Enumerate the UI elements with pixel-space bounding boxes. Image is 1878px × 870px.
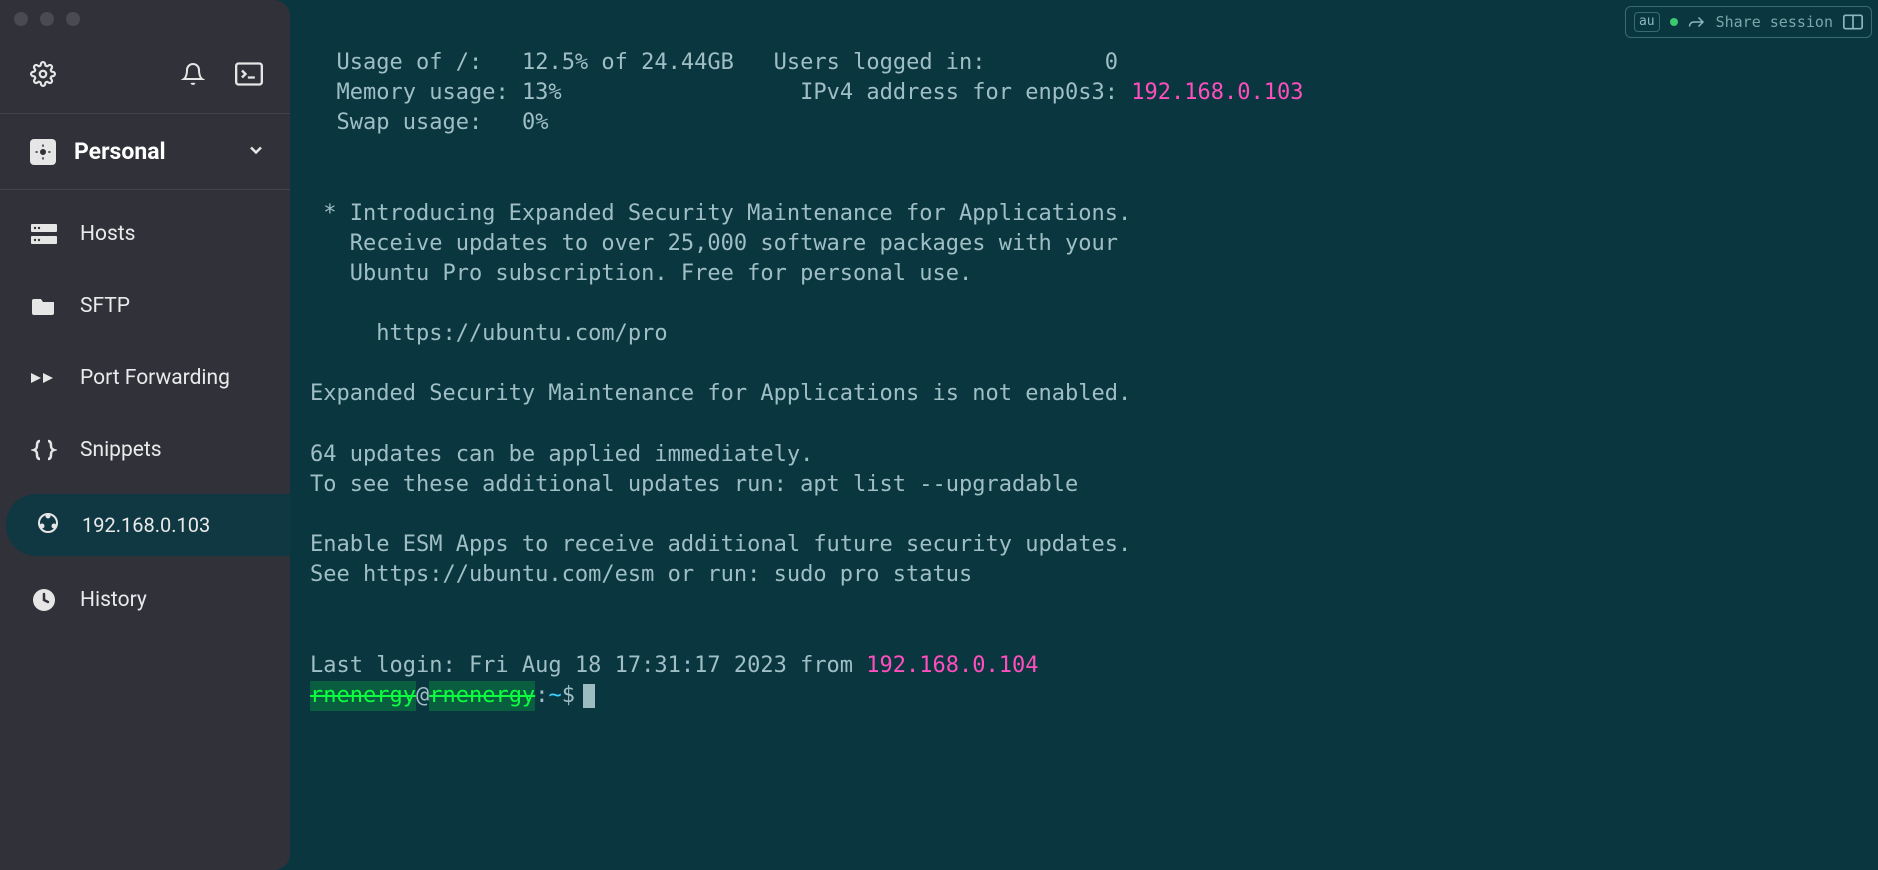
- prompt-user: rnenergy: [310, 681, 416, 711]
- vault-selector[interactable]: Personal: [0, 114, 290, 190]
- prompt-symbol: $: [562, 681, 575, 711]
- sidebar-item-snippets[interactable]: Snippets: [0, 414, 290, 486]
- prompt-line: rnenergy@rnenergy:~$: [290, 681, 1878, 711]
- sidebar-item-history[interactable]: History: [0, 564, 290, 636]
- forward-icon: [30, 369, 58, 387]
- active-host-tab[interactable]: 192.168.0.103: [6, 494, 290, 556]
- window-titlebar: [0, 0, 290, 38]
- vault-icon: [30, 139, 56, 165]
- settings-button[interactable]: [30, 63, 56, 89]
- sidebar-item-portforwarding[interactable]: Port Forwarding: [0, 342, 290, 414]
- terminal-output: Usage of /: 12.5% of 24.44GB Users logge…: [290, 48, 1878, 681]
- share-session-button[interactable]: Share session: [1716, 12, 1833, 33]
- bell-icon: [181, 62, 205, 90]
- split-pane-button[interactable]: [1843, 14, 1863, 30]
- sidebar-nav: Hosts SFTP Port Forwarding Snippets: [0, 190, 290, 636]
- braces-icon: [30, 439, 58, 461]
- sidebar-item-label: Hosts: [80, 222, 136, 246]
- terminal-icon: [235, 62, 263, 90]
- sidebar-item-label: Port Forwarding: [80, 366, 230, 390]
- chevron-down-icon: [246, 140, 266, 164]
- share-arrow-icon: [1688, 15, 1706, 29]
- maximize-window-dot[interactable]: [66, 12, 80, 26]
- active-host-label: 192.168.0.103: [82, 513, 210, 537]
- status-dot-icon: [1670, 18, 1678, 26]
- sidebar-item-label: History: [80, 588, 147, 612]
- folder-icon: [30, 296, 58, 316]
- sidebar-toolbar: [0, 38, 290, 114]
- minimize-window-dot[interactable]: [40, 12, 54, 26]
- sidebar-item-label: Snippets: [80, 438, 162, 462]
- app-window: Personal Hosts SFTP: [0, 0, 1878, 870]
- sidebar: Personal Hosts SFTP: [0, 0, 290, 870]
- hosts-icon: [30, 224, 58, 244]
- notifications-button[interactable]: [180, 63, 206, 89]
- ubuntu-icon: [36, 511, 60, 540]
- share-session-bar: au Share session: [1625, 6, 1872, 38]
- prompt-cwd: ~: [548, 681, 561, 711]
- prompt-host: rnenergy: [429, 681, 535, 711]
- new-terminal-button[interactable]: [236, 63, 262, 89]
- clock-icon: [30, 588, 58, 612]
- gear-icon: [30, 61, 56, 91]
- close-window-dot[interactable]: [14, 12, 28, 26]
- sidebar-item-hosts[interactable]: Hosts: [0, 198, 290, 270]
- prompt-at: @: [416, 681, 429, 711]
- brand-pill[interactable]: au: [1634, 12, 1660, 32]
- sidebar-item-sftp[interactable]: SFTP: [0, 270, 290, 342]
- terminal-pane[interactable]: au Share session Usage of /: 12.5% of 24…: [290, 0, 1878, 870]
- vault-name: Personal: [74, 138, 166, 165]
- sidebar-item-label: SFTP: [80, 294, 130, 318]
- cursor-icon: [583, 684, 595, 708]
